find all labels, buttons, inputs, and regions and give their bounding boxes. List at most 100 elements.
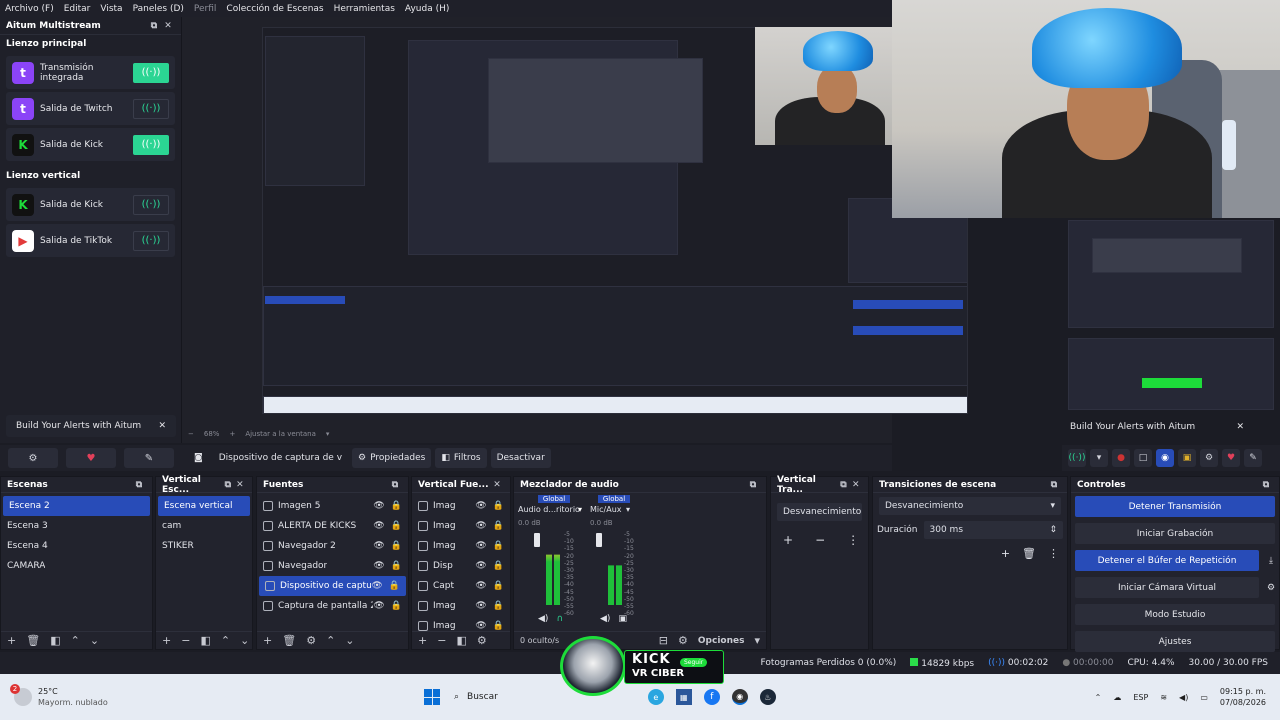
lock-icon[interactable]: 🔒 [493,621,504,631]
wifi-icon[interactable]: ≋ [1160,693,1167,702]
lock-icon[interactable]: 🔒 [391,521,402,531]
headphones-icon[interactable]: ∩ [556,614,563,624]
trash-icon[interactable]: 🗑 [1022,547,1036,560]
eye-icon[interactable]: 👁 [373,541,384,551]
lock-icon[interactable]: 🔒 [493,541,504,551]
speaker-icon[interactable]: ◀) [600,614,610,624]
control-button[interactable]: Iniciar Cámara Virtual [1075,577,1259,598]
duration-input[interactable]: 300 ms ⇕ [923,521,1063,539]
source-item[interactable]: Imagen 5 👁 🔒 [257,496,408,516]
chevron-down-icon[interactable]: ▾ [326,430,330,438]
channel-1-dropdown[interactable]: ▾ [578,505,582,514]
vertical-source-item[interactable]: Imag 👁 🔒 [412,536,510,556]
control-button[interactable]: Modo Estudio [1075,604,1275,625]
filter-icon[interactable]: ◧ [50,634,60,647]
heart-icon[interactable]: ♥ [1222,449,1240,467]
language-indicator[interactable]: ESP [1133,693,1148,702]
move-down-icon[interactable]: ⌄ [240,634,249,647]
add-icon[interactable]: + [162,634,171,647]
network-icon[interactable]: ☁ [1113,693,1121,702]
eye-icon[interactable]: 👁 [475,541,486,551]
filters-button[interactable]: ◧ Filtros [435,448,487,468]
weather-widget[interactable]: 2 25°C Mayorm. nublado [0,684,200,708]
float-icon[interactable]: ⧉ [222,480,234,490]
eye-icon[interactable]: 👁 [475,621,486,631]
stream-icon[interactable]: ((·)) [1068,449,1086,467]
stop-icon[interactable]: □ [1134,449,1152,467]
eye-icon[interactable]: 👁 [373,501,384,511]
lock-icon[interactable]: 🔒 [493,501,504,511]
filter-icon[interactable]: ◧ [456,634,466,647]
vertical-scene-item[interactable]: cam [156,516,252,536]
lock-icon[interactable]: 🔒 [493,521,504,531]
add-icon[interactable]: + [263,634,272,647]
float-icon[interactable]: ⧉ [1047,480,1061,490]
lock-icon[interactable]: 🔒 [391,501,402,511]
add-icon[interactable]: + [7,634,16,647]
close-icon[interactable]: ✕ [161,21,175,31]
filter-icon[interactable]: ◧ [200,634,210,647]
scene-item[interactable]: CAMARA [1,556,152,576]
windows-start-icon[interactable] [424,689,440,705]
speaker-icon[interactable]: ◀) [538,614,548,624]
gear-icon[interactable]: ⚙ [1263,583,1279,593]
add-icon[interactable]: + [1001,547,1010,560]
source-item[interactable]: ALERTA DE KICKS 👁 🔒 [257,516,408,536]
vertical-source-item[interactable]: Imag 👁 🔒 [412,496,510,516]
taskbar-search[interactable]: ⌕ Buscar [454,692,498,702]
close-icon[interactable]: ✕ [1236,422,1244,432]
chat-icon[interactable]: ✎ [124,448,174,468]
lock-icon[interactable]: 🔒 [391,541,402,551]
menu-paneles[interactable]: Paneles (D) [128,4,189,14]
channel-1-fader[interactable] [534,533,540,547]
vertical-scene-item[interactable]: STIKER [156,536,252,556]
lock-icon[interactable]: 🔒 [391,561,402,571]
control-button[interactable]: Detener Transmisión [1075,496,1275,517]
vertical-source-item[interactable]: Imag 👁 🔒 [412,516,510,536]
menu-ayuda[interactable]: Ayuda (H) [400,4,454,14]
properties-button[interactable]: ⚙ Propiedades [352,448,432,468]
source-item[interactable]: Dispositivo de captura 👁 🔒 [259,576,406,596]
close-icon[interactable]: ✕ [234,480,246,490]
gear-icon[interactable]: ⚙ [306,634,316,647]
remove-icon[interactable]: − [815,533,825,547]
move-up-icon[interactable]: ⌃ [71,634,80,647]
remove-icon[interactable]: − [181,634,190,647]
chevron-down-icon[interactable]: ▾ [754,634,760,647]
lock-icon[interactable]: 🔒 [493,601,504,611]
vertical-source-item[interactable]: Disp 👁 🔒 [412,556,510,576]
vertical-source-item[interactable]: Imag 👁 🔒 [412,596,510,616]
control-button[interactable]: Iniciar Grabación [1075,523,1275,544]
add-icon[interactable]: + [783,533,793,547]
output-toggle[interactable]: ((·)) [133,62,169,83]
more-icon[interactable]: ⋮ [847,533,859,547]
menu-perfil[interactable]: Perfil [189,4,222,14]
battery-icon[interactable]: ▭ [1200,693,1208,702]
eye-icon[interactable]: 👁 [373,521,384,531]
eye-icon[interactable]: 👁 [373,561,384,571]
eye-icon[interactable]: 👁 [373,601,384,611]
eye-icon[interactable]: 👁 [475,501,486,511]
vertical-source-item[interactable]: Capt 👁 🔒 [412,576,510,596]
close-icon[interactable]: ✕ [850,480,862,490]
eye-icon[interactable]: 👁 [475,601,486,611]
menu-vista[interactable]: Vista [95,4,127,14]
close-icon[interactable]: ✕ [158,421,166,431]
move-down-icon[interactable]: ⌄ [345,634,354,647]
chat-icon[interactable]: ✎ [1244,449,1262,467]
remove-icon[interactable]: − [437,634,446,647]
eye-icon[interactable]: 👁 [475,521,486,531]
source-item[interactable]: Navegador 2 👁 🔒 [257,536,408,556]
trash-icon[interactable]: 🗑 [282,634,296,647]
transition-select[interactable]: Desvanecimiento ▾ [879,497,1061,515]
lock-icon[interactable]: 🔒 [493,581,504,591]
scene-item[interactable]: Escena 3 [1,516,152,536]
float-icon[interactable]: ⧉ [132,480,146,490]
aitum-alert-banner-secondary[interactable]: Build Your Alerts with Aitum ✕ [1068,418,1246,436]
menu-editar[interactable]: Editar [59,4,96,14]
trash-icon[interactable]: 🗑 [26,634,40,647]
lock-icon[interactable]: 🔒 [493,561,504,571]
zoom-out-icon[interactable]: − [188,430,194,438]
output-toggle[interactable]: ((·)) [133,230,169,251]
source-item[interactable]: Navegador 👁 🔒 [257,556,408,576]
